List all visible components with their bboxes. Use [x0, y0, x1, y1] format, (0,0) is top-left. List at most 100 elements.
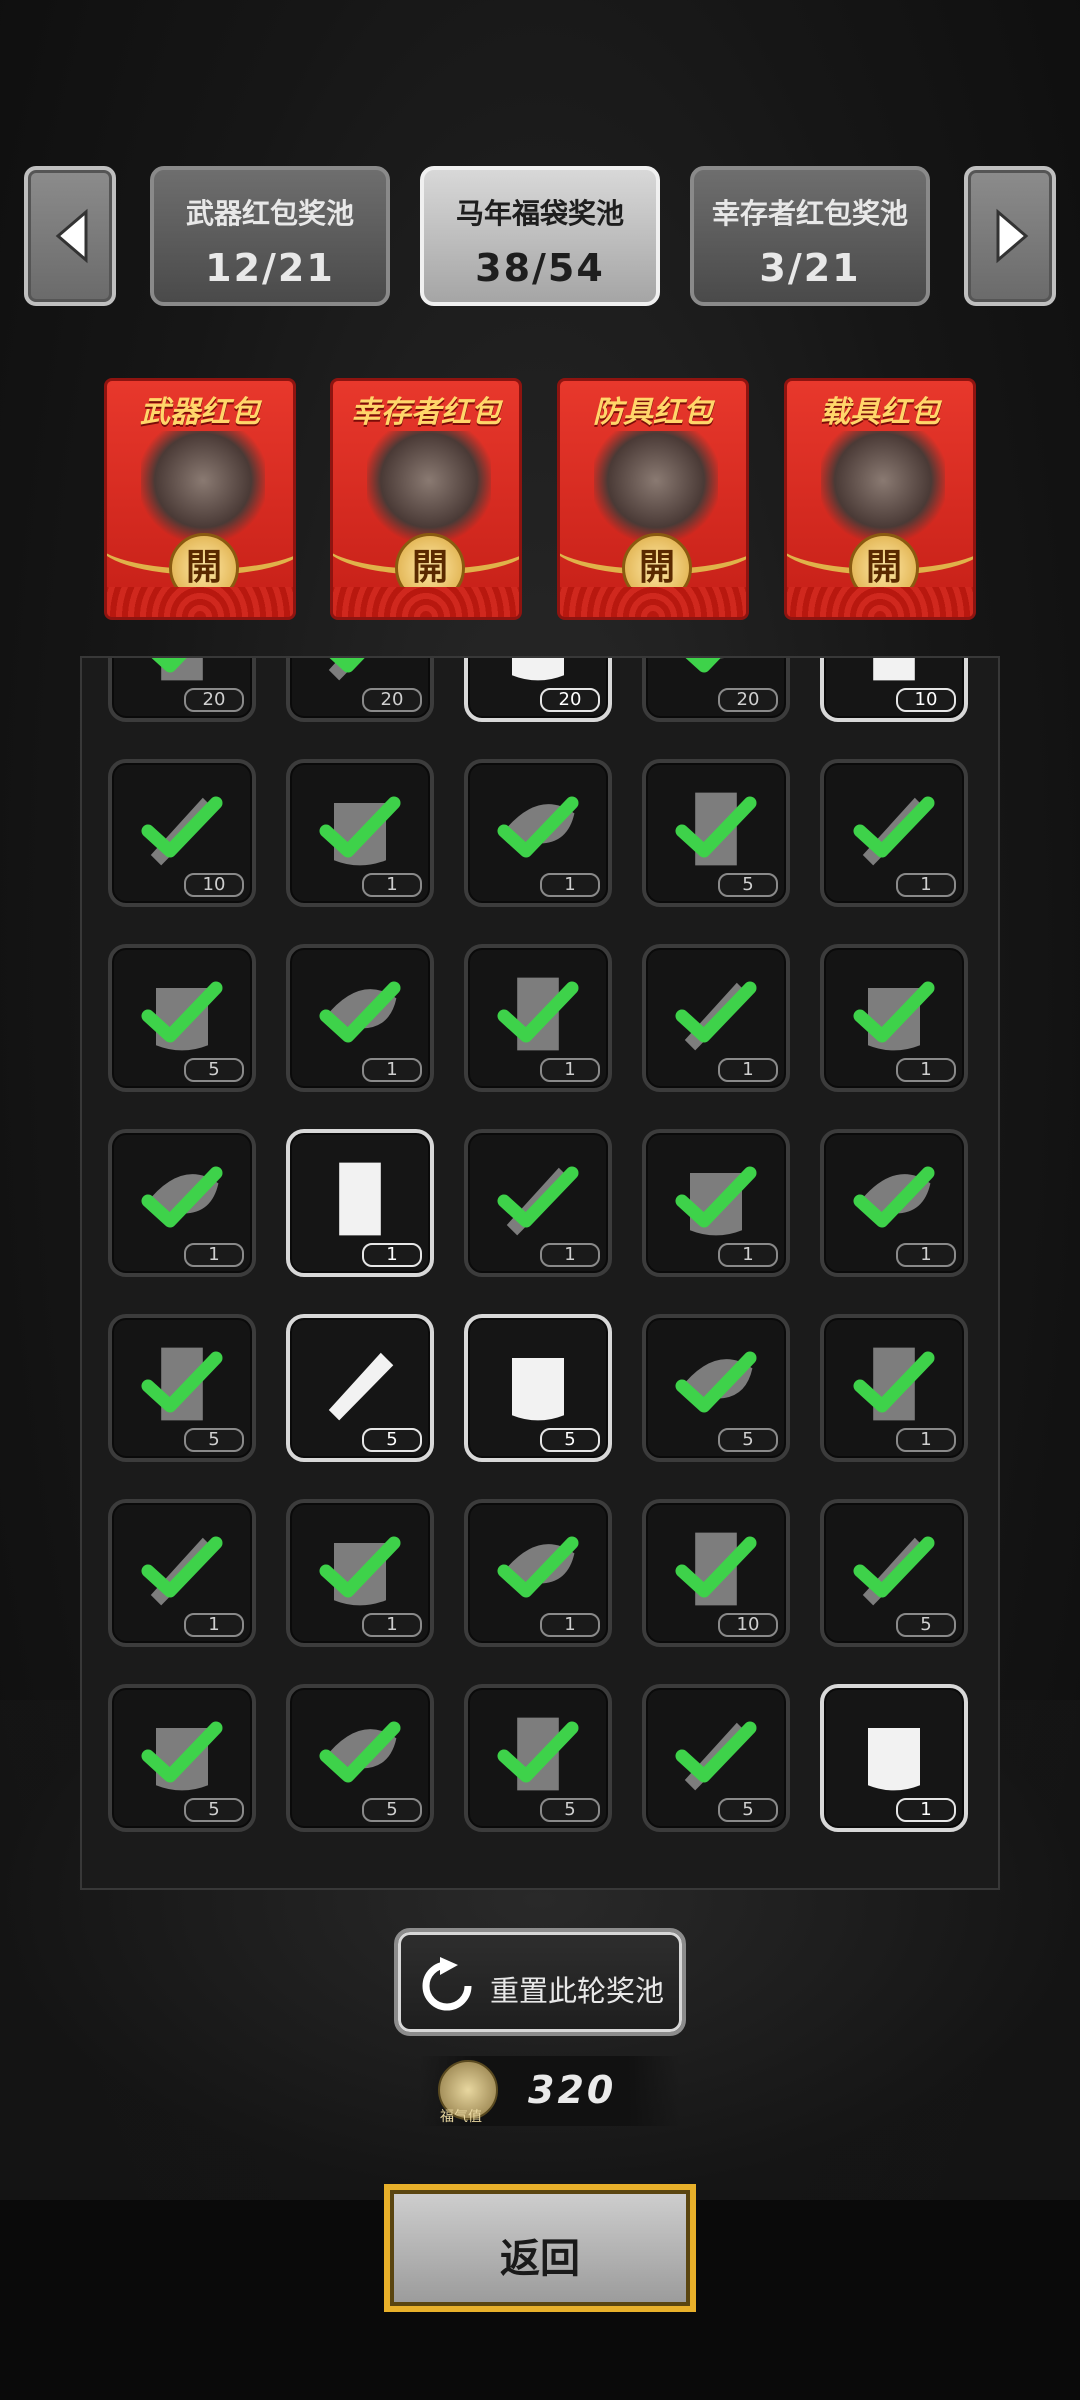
reward-item[interactable]: 5: [820, 1499, 968, 1647]
red-packet-vehicle[interactable]: 载具红包 開: [784, 378, 976, 620]
reward-item[interactable]: 5: [642, 1314, 790, 1462]
reward-item[interactable]: 5: [642, 1684, 790, 1832]
reward-item[interactable]: 5: [286, 1314, 434, 1462]
reward-item[interactable]: 20: [286, 658, 434, 722]
reset-pool-label: 重置此轮奖池: [490, 1974, 665, 2008]
reward-item[interactable]: 1: [642, 1129, 790, 1277]
check-mark-icon: [853, 1536, 935, 1598]
check-mark-icon: [141, 1166, 223, 1228]
red-packet-survivor[interactable]: 幸存者红包 開: [330, 378, 522, 620]
reward-item[interactable]: 1: [820, 1684, 968, 1832]
item-quantity: 5: [362, 1428, 422, 1452]
check-mark-icon: [853, 1351, 935, 1413]
check-mark-icon: [141, 981, 223, 1043]
reward-item[interactable]: 5: [108, 1314, 256, 1462]
reward-item[interactable]: 1: [464, 1129, 612, 1277]
refresh-icon: [422, 1957, 472, 2011]
wave-pattern: [333, 587, 519, 617]
reward-item[interactable]: 20: [464, 658, 612, 722]
reward-item[interactable]: 1: [286, 944, 434, 1092]
check-mark-icon: [329, 658, 365, 673]
item-quantity: 1: [540, 1243, 600, 1267]
red-packet-title: 武器红包: [140, 395, 260, 430]
check-mark-icon: [319, 981, 401, 1043]
item-quantity: 1: [362, 1058, 422, 1082]
item-quantity: 1: [184, 1613, 244, 1637]
item-quantity: 1: [718, 1243, 778, 1267]
check-mark-icon: [497, 1166, 579, 1228]
reward-item[interactable]: 1: [464, 1499, 612, 1647]
arrow-left-icon: [55, 208, 88, 264]
reward-item[interactable]: 5: [464, 1684, 612, 1832]
item-quantity: 1: [718, 1058, 778, 1082]
reward-item[interactable]: 10: [642, 1499, 790, 1647]
reward-item[interactable]: 1: [108, 1129, 256, 1277]
reward-item[interactable]: 1: [820, 1314, 968, 1462]
reward-grid[interactable]: 20 20 20 20 10 10 1 1 5 1 5 1 1 1 1 1 1 1 1 1 5 5 5 5 1 1 1 1 10 5 5 5 5…: [80, 656, 1000, 1890]
reward-item[interactable]: 20: [642, 658, 790, 722]
reward-item[interactable]: 5: [108, 1684, 256, 1832]
reward-item[interactable]: 1: [820, 944, 968, 1092]
pool-tab-name: 幸存者红包奖池: [711, 197, 908, 230]
flashbang-icon: [512, 1358, 564, 1421]
arrow-right-icon: [996, 208, 1029, 264]
item-quantity: 1: [896, 873, 956, 897]
check-mark-icon: [319, 1721, 401, 1783]
reward-item[interactable]: 5: [464, 1314, 612, 1462]
pool-tab-weapon[interactable]: 武器红包奖池 12/21: [150, 166, 390, 306]
pool-tab-name: 马年福袋奖池: [455, 197, 624, 230]
item-quantity: 5: [718, 1428, 778, 1452]
reward-item[interactable]: 20: [108, 658, 256, 722]
reset-pool-button[interactable]: 重置此轮奖池: [394, 1928, 686, 2036]
check-mark-icon: [675, 1536, 757, 1598]
luck-value: 320: [528, 2068, 617, 2112]
check-mark-icon: [497, 1721, 579, 1783]
check-mark-icon: [319, 796, 401, 858]
back-button[interactable]: 返回: [384, 2184, 696, 2312]
check-mark-icon: [151, 658, 187, 673]
check-mark-icon: [853, 796, 935, 858]
reward-item[interactable]: 1: [820, 759, 968, 907]
check-mark-icon: [141, 796, 223, 858]
reward-item[interactable]: 5: [108, 944, 256, 1092]
check-mark-icon: [497, 981, 579, 1043]
item-quantity: 20: [184, 688, 244, 712]
next-pool-button[interactable]: [964, 166, 1056, 306]
item-quantity: 1: [362, 1613, 422, 1637]
check-mark-icon: [675, 981, 757, 1043]
check-mark-icon: [497, 1536, 579, 1598]
item-quantity: 10: [184, 873, 244, 897]
item-quantity: 1: [896, 1058, 956, 1082]
reward-item[interactable]: 10: [108, 759, 256, 907]
reward-item[interactable]: 1: [820, 1129, 968, 1277]
item-quantity: 5: [540, 1798, 600, 1822]
reward-item[interactable]: 1: [642, 944, 790, 1092]
reward-item[interactable]: 1: [464, 759, 612, 907]
reward-item[interactable]: 1: [464, 944, 612, 1092]
pool-tab-count: 3/21: [759, 246, 861, 290]
item-quantity: 5: [896, 1613, 956, 1637]
red-packet-title: 防具红包: [593, 395, 713, 430]
red-packet-armor[interactable]: 防具红包 開: [557, 378, 749, 620]
check-mark-icon: [675, 1351, 757, 1413]
check-mark-icon: [853, 1166, 935, 1228]
item-quantity: 20: [540, 688, 600, 712]
red-packet-weapon[interactable]: 武器红包 開: [104, 378, 296, 620]
item-quantity: 1: [896, 1243, 956, 1267]
item-quantity: 20: [718, 688, 778, 712]
reward-item[interactable]: 1: [286, 759, 434, 907]
reward-item[interactable]: 10: [820, 658, 968, 722]
prev-pool-button[interactable]: [24, 166, 116, 306]
pool-tab-survivor[interactable]: 幸存者红包奖池 3/21: [690, 166, 930, 306]
check-mark-icon: [853, 981, 935, 1043]
wave-pattern: [107, 587, 293, 617]
pool-tab-horse-year[interactable]: 马年福袋奖池 38/54: [420, 166, 660, 306]
reward-item[interactable]: 5: [286, 1684, 434, 1832]
reward-item[interactable]: 5: [642, 759, 790, 907]
reward-item[interactable]: 1: [286, 1499, 434, 1647]
reward-item[interactable]: 1: [286, 1129, 434, 1277]
check-mark-icon: [685, 658, 721, 673]
check-mark-icon: [675, 796, 757, 858]
reward-item[interactable]: 1: [108, 1499, 256, 1647]
luck-label: 福气值: [440, 2109, 482, 2125]
